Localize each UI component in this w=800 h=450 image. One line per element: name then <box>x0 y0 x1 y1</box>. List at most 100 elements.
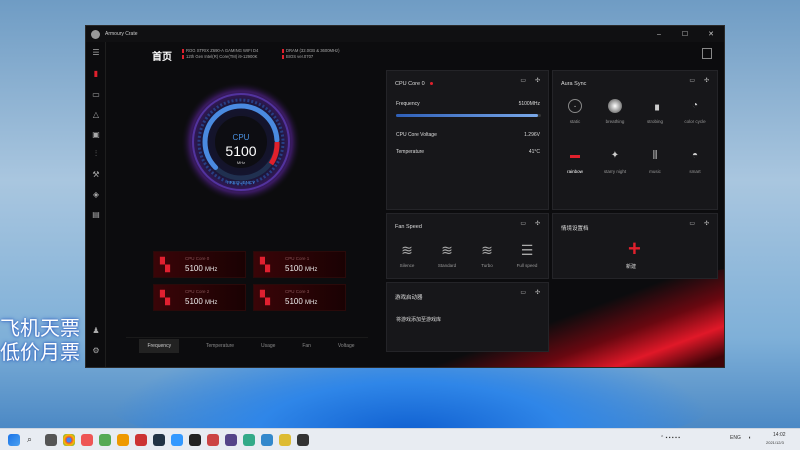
system-info-left: ROG STRIX Z690-A GAMING WIFI D4 12th Gen… <box>182 48 258 60</box>
aura-static[interactable]: · static <box>555 99 595 124</box>
aura-smart[interactable]: ◓ smart <box>675 149 715 174</box>
system-info-right: DRAM (32.0GB & 3600MHz) BIOS ver.0707 <box>282 48 340 60</box>
app-icon[interactable] <box>225 434 237 446</box>
app-icon[interactable] <box>243 434 255 446</box>
tab-fan[interactable]: Fan <box>302 343 311 349</box>
news-icon[interactable]: ▤ <box>90 208 102 220</box>
cpu-chip-icon: ▚ <box>160 290 170 305</box>
gauge-unit: MHz <box>236 160 246 165</box>
task-view-icon[interactable] <box>45 434 57 446</box>
new-profile-label[interactable]: 新建 <box>626 263 636 270</box>
temperature-value: 41°C <box>528 149 540 155</box>
app-icon[interactable] <box>189 434 201 446</box>
fan-mode-label: Turbo <box>481 263 493 268</box>
settings-icon[interactable]: ⚙ <box>90 344 102 356</box>
tab-temperature[interactable]: Temperature <box>206 343 234 349</box>
fan-mode-silence[interactable]: ≋ Silence <box>392 242 422 268</box>
minimize-button[interactable]: – <box>646 26 672 42</box>
strobing-icon: ▗ <box>651 100 659 111</box>
app-icon[interactable] <box>81 434 93 446</box>
core-unit: MHz <box>305 267 318 273</box>
app-icon[interactable] <box>279 434 291 446</box>
add-profile-plus-icon[interactable]: + <box>628 236 641 262</box>
gamevisual-icon[interactable]: ▣ <box>90 128 102 140</box>
expand-icon[interactable]: ▭ <box>520 77 526 84</box>
language-indicator[interactable]: ENG <box>730 435 741 441</box>
core-value: 5100 <box>185 297 203 306</box>
fan-mode-full-speed[interactable]: ☰ Full speed <box>512 242 542 268</box>
fan-mode-turbo[interactable]: ≋ Turbo <box>472 242 502 268</box>
scenario-card-title: 情境设置档 <box>561 226 589 232</box>
app-icon[interactable] <box>171 434 183 446</box>
cpu-core-card: CPU Core 0 ▭ ✣ Frequency 5100MHz CPU Cor… <box>386 70 549 210</box>
clock-time[interactable]: 14:02 <box>773 432 786 438</box>
close-button[interactable]: ✕ <box>698 26 724 42</box>
add-game-link[interactable]: 将游戏添加至游戏库 <box>396 316 441 323</box>
expand-icon[interactable]: ▭ <box>520 220 526 227</box>
tuning-icon[interactable]: ⫶ <box>90 148 102 160</box>
core-frequency: 5100 MHz <box>285 297 317 306</box>
chrome-icon[interactable] <box>63 434 75 446</box>
music-icon: ⫼ <box>652 150 658 161</box>
core-unit: MHz <box>205 300 218 306</box>
dram-info: DRAM (32.0GB & 3600MHz) <box>286 48 340 53</box>
devices-icon[interactable]: ▭ <box>90 88 102 100</box>
expand-icon[interactable]: ▭ <box>689 77 695 84</box>
app-icon[interactable] <box>99 434 111 446</box>
aura-starry-night[interactable]: ✦ starry night <box>595 149 635 174</box>
armoury-crate-taskbar-icon[interactable] <box>297 434 309 446</box>
pin-icon[interactable]: ✣ <box>535 77 540 84</box>
pin-icon[interactable]: ✣ <box>704 77 709 84</box>
aura-breathing[interactable]: breathing <box>595 99 635 124</box>
maximize-button[interactable]: ☐ <box>672 26 698 42</box>
title-bar: Armoury Crate – ☐ ✕ <box>86 26 724 42</box>
aura-sync-card: Aura Sync ▭ ✣ · static breathing ▗ strobin… <box>552 70 718 210</box>
aura-color-cycle[interactable]: ◔ color cycle <box>675 99 715 124</box>
menu-icon[interactable]: ☰ <box>90 46 102 58</box>
info-panel-icon[interactable] <box>702 48 712 59</box>
motherboard-name: ROG STRIX Z690-A GAMING WIFI D4 <box>186 48 259 53</box>
tab-usage[interactable]: Usage <box>261 343 275 349</box>
core-tile-0[interactable]: ▚ CPU Core 0 5100 MHz <box>153 251 246 278</box>
aura-icon[interactable]: △ <box>90 108 102 120</box>
core-value: 5100 <box>285 297 303 306</box>
expand-icon[interactable]: ▭ <box>520 289 526 296</box>
pin-icon[interactable]: ✣ <box>535 289 540 296</box>
tools-icon[interactable]: ⚒ <box>90 168 102 180</box>
aura-strobing[interactable]: ▗ strobing <box>635 99 675 124</box>
core-tile-3[interactable]: ▚ CPU Core 3 5100 MHz <box>253 284 346 311</box>
volume-icon[interactable]: ◖ <box>748 435 751 441</box>
app-icon[interactable] <box>261 434 273 446</box>
app-icon[interactable] <box>207 434 219 446</box>
app-icon[interactable] <box>135 434 147 446</box>
user-icon[interactable]: ♟ <box>90 324 102 336</box>
core-value: 5100 <box>285 264 303 273</box>
aura-rainbow[interactable]: ▬ rainbow <box>555 149 595 174</box>
start-button-icon[interactable] <box>8 434 20 446</box>
clock-date[interactable]: 2021/12/3 <box>766 440 784 445</box>
tab-voltage[interactable]: Voltage <box>338 343 355 349</box>
aura-effect-label: starry night <box>603 169 627 174</box>
aura-effect-label: static <box>569 119 581 124</box>
core-frequency: 5100 MHz <box>285 264 317 273</box>
core-tile-1[interactable]: ▚ CPU Core 1 5100 MHz <box>253 251 346 278</box>
voltage-label: CPU Core Voltage <box>396 132 437 138</box>
pin-icon[interactable]: ✣ <box>704 220 709 227</box>
tab-frequency[interactable]: Frequency <box>139 338 180 353</box>
steam-icon[interactable] <box>153 434 165 446</box>
gauge-value: 5100 <box>225 143 257 159</box>
fan-card-title: Fan Speed <box>395 224 422 230</box>
fan-mode-standard[interactable]: ≋ Standard <box>432 242 462 268</box>
tag-icon[interactable]: ◈ <box>90 188 102 200</box>
aura-music[interactable]: ⫼ music <box>635 149 675 174</box>
expand-icon[interactable]: ▭ <box>689 220 695 227</box>
breathing-icon <box>608 99 622 113</box>
frequency-label: Frequency <box>396 101 420 107</box>
page-title: 首页 <box>152 52 172 63</box>
core-tile-2[interactable]: ▚ CPU Core 2 5100 MHz <box>153 284 246 311</box>
pin-icon[interactable]: ✣ <box>535 220 540 227</box>
search-icon[interactable]: ⌕ <box>27 434 39 446</box>
app-icon[interactable] <box>117 434 129 446</box>
tray-icons[interactable]: ⌃ ▪ ▪ ▪ ▪ ▪ <box>660 435 680 441</box>
home-icon[interactable]: ▮ <box>90 67 102 79</box>
